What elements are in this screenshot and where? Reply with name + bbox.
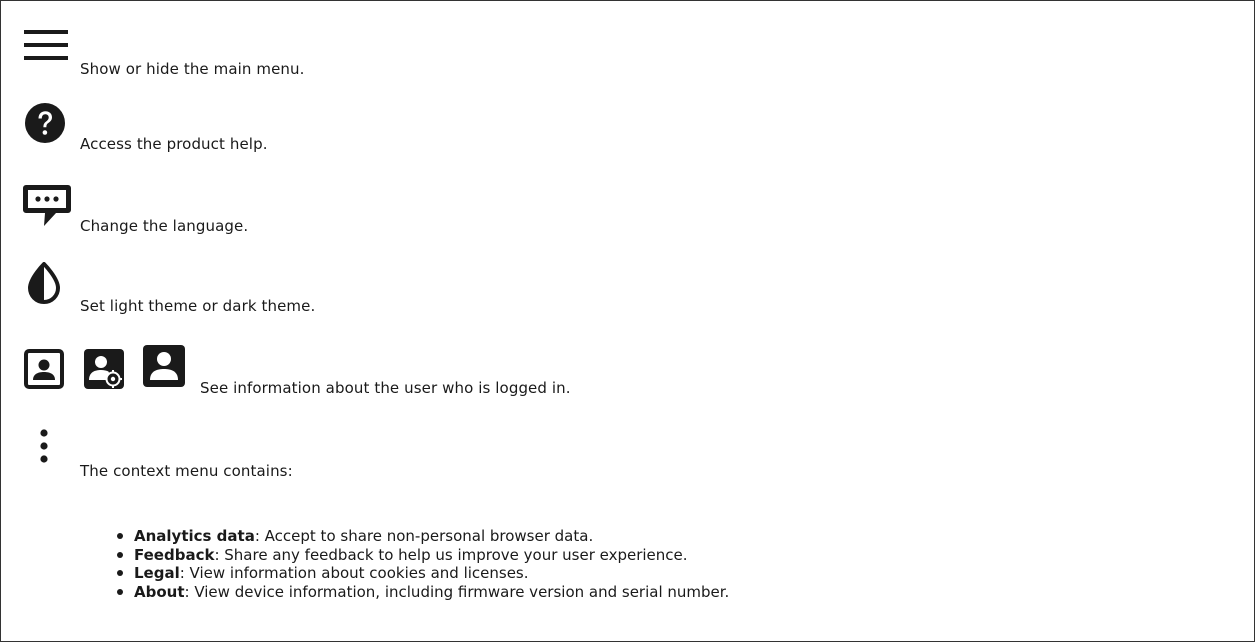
user-settings-icon[interactable] [84,349,124,389]
list-item-term: About [134,582,185,601]
user-outline-icon[interactable] [24,349,64,389]
user-description: See information about the user who is lo… [200,379,571,397]
user-filled-icon[interactable] [143,345,185,387]
list-item-description: : Share any feedback to help us improve … [214,545,688,564]
context-menu-description: The context menu contains: [80,462,293,480]
main-menu-description: Show or hide the main menu. [80,60,305,78]
list-item: Feedback: Share any feedback to help us … [116,546,729,565]
theme-description: Set light theme or dark theme. [80,297,316,315]
bullet [117,533,123,539]
language-description: Change the language. [80,217,249,235]
context-menu-list: Analytics data: Accept to share non-pers… [116,527,729,601]
list-item-term: Analytics data [134,527,255,545]
theme-contrast-icon[interactable] [26,262,62,304]
bullet [117,570,123,576]
language-chat-icon[interactable] [22,183,72,229]
vertical-dots-icon[interactable] [38,428,50,464]
list-item: Analytics data: Accept to share non-pers… [116,527,729,546]
list-item-term: Feedback [134,545,215,564]
hamburger-menu-icon[interactable] [24,30,68,60]
list-item-term: Legal [134,564,180,582]
list-item: Legal: View information about cookies an… [116,564,729,583]
help-description: Access the product help. [80,135,268,153]
list-item-description: : View device information, including fir… [184,582,730,601]
list-item: About: View device information, includin… [116,583,729,602]
bullet [117,551,123,558]
help-circle-icon[interactable] [24,102,66,144]
bullet [117,588,123,595]
list-item-description: : Accept to share non-personal browser d… [254,527,594,545]
list-item-description: : View information about cookies and lic… [179,564,529,582]
